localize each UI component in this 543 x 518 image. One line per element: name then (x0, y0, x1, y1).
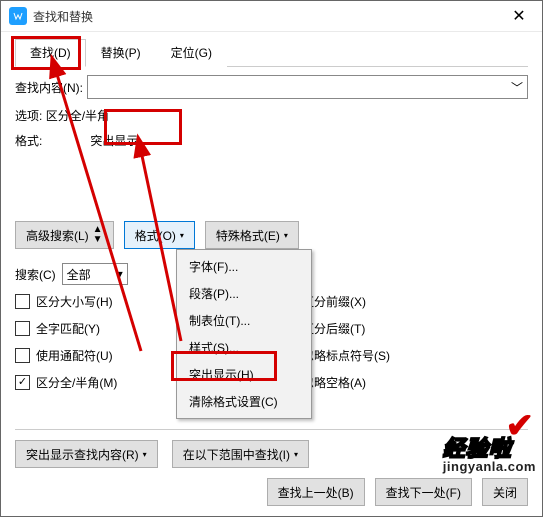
advanced-search-button[interactable]: 高级搜索(L) ▲▼ (15, 221, 114, 249)
updown-icon: ▲▼ (93, 225, 103, 245)
find-replace-dialog: 查找和替换 ✕ 查找(D) 替换(P) 定位(G) 查找内容(N): ﹀ 选项:… (0, 0, 543, 517)
chevron-down-icon: ﹀ (511, 79, 523, 96)
options-value: 区分全/半角 (46, 109, 109, 123)
chevron-down-icon: ▾ (294, 450, 298, 459)
checkbox-case[interactable]: 区分大小写(H) (15, 293, 165, 310)
options-label: 选项: (15, 109, 42, 123)
format-button[interactable]: 格式(O) ▾ (124, 221, 195, 249)
window-title: 查找和替换 (33, 8, 504, 25)
bottom-panel: 突出显示查找内容(R) ▾ 在以下范围中查找(I) ▾ 查找上一处(B) 查找下… (15, 429, 528, 506)
search-in-range-button[interactable]: 在以下范围中查找(I) ▾ (172, 440, 309, 468)
format-value: 突出显示 (90, 134, 138, 148)
menu-item-highlight[interactable]: 突出显示(H) (179, 361, 309, 388)
find-content-input[interactable]: ﹀ (87, 75, 528, 99)
titlebar: 查找和替换 ✕ (1, 1, 542, 32)
tab-goto[interactable]: 定位(G) (156, 39, 227, 67)
tabbar: 查找(D) 替换(P) 定位(G) (15, 38, 528, 67)
menu-item-clear-format[interactable]: 清除格式设置(C) (179, 388, 309, 415)
chevron-down-icon: ▾ (180, 231, 184, 240)
menu-item-paragraph[interactable]: 段落(P)... (179, 280, 309, 307)
tab-replace[interactable]: 替换(P) (86, 39, 156, 67)
menu-item-font[interactable]: 字体(F)... (179, 253, 309, 280)
search-scope-select[interactable]: 全部 ▾ (62, 263, 128, 285)
app-icon (9, 7, 27, 25)
chevron-down-icon: ▾ (284, 231, 288, 240)
close-button[interactable]: 关闭 (482, 478, 528, 506)
format-label: 格式: (15, 132, 87, 149)
chevron-down-icon: ▾ (143, 450, 147, 459)
find-next-button[interactable]: 查找下一处(F) (375, 478, 472, 506)
highlight-results-button[interactable]: 突出显示查找内容(R) ▾ (15, 440, 158, 468)
checkbox-wildcard[interactable]: 使用通配符(U) (15, 347, 165, 364)
find-content-label: 查找内容(N): (15, 79, 87, 96)
search-label: 搜索(C) (15, 266, 56, 283)
special-format-button[interactable]: 特殊格式(E) ▾ (205, 221, 299, 249)
menu-item-tabstop[interactable]: 制表位(T)... (179, 307, 309, 334)
menu-item-style[interactable]: 样式(S)... (179, 334, 309, 361)
tab-find[interactable]: 查找(D) (15, 39, 86, 67)
find-previous-button[interactable]: 查找上一处(B) (267, 478, 365, 506)
chevron-down-icon: ▾ (117, 267, 123, 281)
close-icon[interactable]: ✕ (504, 1, 534, 31)
format-dropdown-menu: 字体(F)... 段落(P)... 制表位(T)... 样式(S)... 突出显… (176, 249, 312, 419)
checkbox-whole-word[interactable]: 全字匹配(Y) (15, 320, 165, 337)
checkbox-full-half[interactable]: ✓区分全/半角(M) (15, 374, 165, 391)
